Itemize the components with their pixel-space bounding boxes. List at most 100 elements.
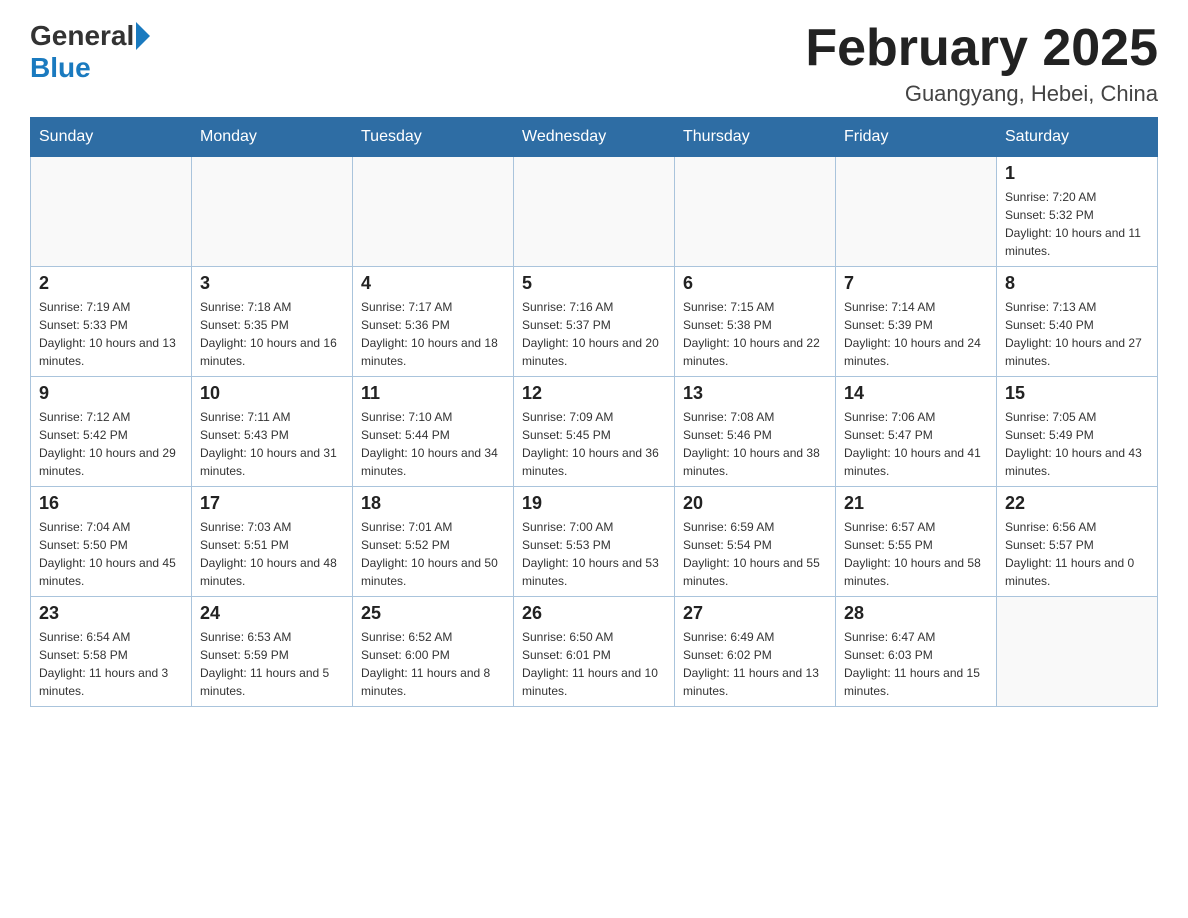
day-of-week-header: Saturday <box>997 118 1158 157</box>
day-number: 11 <box>361 383 505 404</box>
day-number: 3 <box>200 273 344 294</box>
calendar-day-cell: 16Sunrise: 7:04 AM Sunset: 5:50 PM Dayli… <box>31 487 192 597</box>
day-info: Sunrise: 7:15 AM Sunset: 5:38 PM Dayligh… <box>683 298 827 370</box>
day-info: Sunrise: 7:09 AM Sunset: 5:45 PM Dayligh… <box>522 408 666 480</box>
page-header: General Blue February 2025 Guangyang, He… <box>30 20 1158 107</box>
day-of-week-header: Sunday <box>31 118 192 157</box>
calendar-week-row: 1Sunrise: 7:20 AM Sunset: 5:32 PM Daylig… <box>31 157 1158 267</box>
day-of-week-header: Friday <box>836 118 997 157</box>
calendar-day-cell: 23 Sunrise: 6:54 AM Sunset: 5:58 PM Dayli… <box>31 597 192 707</box>
calendar-day-cell: 25 Sunrise: 6:52 AM Sunset: 6:00 PM Dayli… <box>353 597 514 707</box>
day-number: 26 <box>522 603 666 624</box>
calendar-day-cell: 21Sunrise: 6:57 AM Sunset: 5:55 PM Dayli… <box>836 487 997 597</box>
title-block: February 2025 Guangyang, Hebei, China <box>805 20 1158 107</box>
day-info: Sunrise: 7:08 AM Sunset: 5:46 PM Dayligh… <box>683 408 827 480</box>
calendar-day-cell: 13 Sunrise: 7:08 AM Sunset: 5:46 PM Dayli… <box>675 377 836 487</box>
day-number: 22 <box>1005 493 1149 514</box>
calendar-day-cell: 2 Sunrise: 7:19 AM Sunset: 5:33 PM Daylig… <box>31 267 192 377</box>
day-info: Sunrise: 6:56 AM Sunset: 5:57 PM Dayligh… <box>1005 518 1149 590</box>
day-info: Sunrise: 7:14 AM Sunset: 5:39 PM Dayligh… <box>844 298 988 370</box>
calendar-day-cell: 11 Sunrise: 7:10 AM Sunset: 5:44 PM Dayli… <box>353 377 514 487</box>
calendar-day-cell: 6Sunrise: 7:15 AM Sunset: 5:38 PM Daylig… <box>675 267 836 377</box>
calendar-day-cell <box>514 157 675 267</box>
day-number: 1 <box>1005 163 1149 184</box>
day-number: 20 <box>683 493 827 514</box>
calendar-day-cell: 3 Sunrise: 7:18 AM Sunset: 5:35 PM Daylig… <box>192 267 353 377</box>
subtitle: Guangyang, Hebei, China <box>805 81 1158 107</box>
day-info: Sunrise: 6:54 AM Sunset: 5:58 PM Dayligh… <box>39 628 183 700</box>
calendar-day-cell <box>836 157 997 267</box>
day-info: Sunrise: 7:19 AM Sunset: 5:33 PM Dayligh… <box>39 298 183 370</box>
calendar-table: SundayMondayTuesdayWednesdayThursdayFrid… <box>30 117 1158 707</box>
calendar-day-cell: 15 Sunrise: 7:05 AM Sunset: 5:49 PM Dayli… <box>997 377 1158 487</box>
day-info: Sunrise: 7:00 AM Sunset: 5:53 PM Dayligh… <box>522 518 666 590</box>
day-number: 16 <box>39 493 183 514</box>
calendar-day-cell: 22 Sunrise: 6:56 AM Sunset: 5:57 PM Dayli… <box>997 487 1158 597</box>
day-number: 12 <box>522 383 666 404</box>
calendar-day-cell: 24 Sunrise: 6:53 AM Sunset: 5:59 PM Dayli… <box>192 597 353 707</box>
day-info: Sunrise: 6:49 AM Sunset: 6:02 PM Dayligh… <box>683 628 827 700</box>
day-number: 21 <box>844 493 988 514</box>
day-number: 27 <box>683 603 827 624</box>
day-of-week-header: Thursday <box>675 118 836 157</box>
day-info: Sunrise: 7:13 AM Sunset: 5:40 PM Dayligh… <box>1005 298 1149 370</box>
calendar-day-cell <box>31 157 192 267</box>
day-info: Sunrise: 6:50 AM Sunset: 6:01 PM Dayligh… <box>522 628 666 700</box>
day-number: 4 <box>361 273 505 294</box>
calendar-day-cell <box>192 157 353 267</box>
calendar-day-cell: 17 Sunrise: 7:03 AM Sunset: 5:51 PM Dayli… <box>192 487 353 597</box>
day-info: Sunrise: 7:10 AM Sunset: 5:44 PM Dayligh… <box>361 408 505 480</box>
calendar-week-row: 9 Sunrise: 7:12 AM Sunset: 5:42 PM Daylig… <box>31 377 1158 487</box>
day-number: 25 <box>361 603 505 624</box>
day-info: Sunrise: 7:16 AM Sunset: 5:37 PM Dayligh… <box>522 298 666 370</box>
day-info: Sunrise: 7:17 AM Sunset: 5:36 PM Dayligh… <box>361 298 505 370</box>
day-number: 18 <box>361 493 505 514</box>
day-info: Sunrise: 7:05 AM Sunset: 5:49 PM Dayligh… <box>1005 408 1149 480</box>
calendar-header-row: SundayMondayTuesdayWednesdayThursdayFrid… <box>31 118 1158 157</box>
day-info: Sunrise: 7:12 AM Sunset: 5:42 PM Dayligh… <box>39 408 183 480</box>
day-info: Sunrise: 6:53 AM Sunset: 5:59 PM Dayligh… <box>200 628 344 700</box>
calendar-week-row: 23 Sunrise: 6:54 AM Sunset: 5:58 PM Dayli… <box>31 597 1158 707</box>
calendar-day-cell: 27 Sunrise: 6:49 AM Sunset: 6:02 PM Dayli… <box>675 597 836 707</box>
calendar-day-cell: 8Sunrise: 7:13 AM Sunset: 5:40 PM Daylig… <box>997 267 1158 377</box>
day-number: 9 <box>39 383 183 404</box>
calendar-day-cell <box>675 157 836 267</box>
day-number: 15 <box>1005 383 1149 404</box>
calendar-day-cell: 19 Sunrise: 7:00 AM Sunset: 5:53 PM Dayli… <box>514 487 675 597</box>
main-title: February 2025 <box>805 20 1158 77</box>
logo: General Blue <box>30 20 150 84</box>
day-info: Sunrise: 7:18 AM Sunset: 5:35 PM Dayligh… <box>200 298 344 370</box>
day-number: 24 <box>200 603 344 624</box>
calendar-day-cell: 7 Sunrise: 7:14 AM Sunset: 5:39 PM Daylig… <box>836 267 997 377</box>
day-number: 13 <box>683 383 827 404</box>
calendar-day-cell: 10Sunrise: 7:11 AM Sunset: 5:43 PM Dayli… <box>192 377 353 487</box>
logo-general-text: General <box>30 20 134 52</box>
day-info: Sunrise: 7:06 AM Sunset: 5:47 PM Dayligh… <box>844 408 988 480</box>
day-info: Sunrise: 7:03 AM Sunset: 5:51 PM Dayligh… <box>200 518 344 590</box>
logo-arrow-icon <box>136 22 150 50</box>
calendar-week-row: 16Sunrise: 7:04 AM Sunset: 5:50 PM Dayli… <box>31 487 1158 597</box>
calendar-day-cell: 14Sunrise: 7:06 AM Sunset: 5:47 PM Dayli… <box>836 377 997 487</box>
calendar-day-cell: 5 Sunrise: 7:16 AM Sunset: 5:37 PM Daylig… <box>514 267 675 377</box>
logo-blue-text: Blue <box>30 52 91 84</box>
calendar-day-cell: 18 Sunrise: 7:01 AM Sunset: 5:52 PM Dayli… <box>353 487 514 597</box>
day-number: 10 <box>200 383 344 404</box>
day-info: Sunrise: 6:47 AM Sunset: 6:03 PM Dayligh… <box>844 628 988 700</box>
day-info: Sunrise: 6:59 AM Sunset: 5:54 PM Dayligh… <box>683 518 827 590</box>
day-number: 17 <box>200 493 344 514</box>
calendar-week-row: 2 Sunrise: 7:19 AM Sunset: 5:33 PM Daylig… <box>31 267 1158 377</box>
day-number: 19 <box>522 493 666 514</box>
day-number: 23 <box>39 603 183 624</box>
day-of-week-header: Tuesday <box>353 118 514 157</box>
day-number: 2 <box>39 273 183 294</box>
day-info: Sunrise: 6:52 AM Sunset: 6:00 PM Dayligh… <box>361 628 505 700</box>
day-of-week-header: Wednesday <box>514 118 675 157</box>
calendar-day-cell: 4 Sunrise: 7:17 AM Sunset: 5:36 PM Daylig… <box>353 267 514 377</box>
day-info: Sunrise: 7:01 AM Sunset: 5:52 PM Dayligh… <box>361 518 505 590</box>
day-number: 5 <box>522 273 666 294</box>
day-number: 28 <box>844 603 988 624</box>
calendar-day-cell: 1Sunrise: 7:20 AM Sunset: 5:32 PM Daylig… <box>997 157 1158 267</box>
day-of-week-header: Monday <box>192 118 353 157</box>
calendar-day-cell: 9 Sunrise: 7:12 AM Sunset: 5:42 PM Daylig… <box>31 377 192 487</box>
day-number: 7 <box>844 273 988 294</box>
